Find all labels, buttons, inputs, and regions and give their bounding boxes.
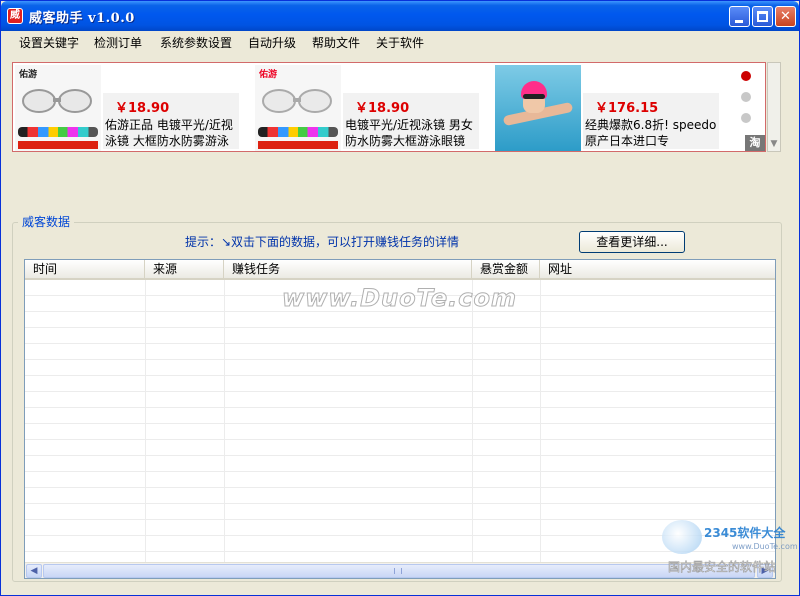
goggles-icon bbox=[262, 89, 332, 113]
window-title: 威客助手 v1.0.0 bbox=[29, 11, 135, 26]
ad-brand-logo: 佑游 bbox=[259, 70, 278, 80]
column-header-task[interactable]: 赚钱任务 bbox=[224, 260, 472, 278]
menu-help[interactable]: 帮助文件 bbox=[312, 34, 360, 51]
watermark-brand: 2345软件大全 www.DuoTe.com bbox=[662, 520, 798, 556]
watermark-logo-icon bbox=[662, 520, 702, 554]
watermark-brand-name: 2345软件大全 bbox=[704, 526, 786, 540]
ad-tag-strip bbox=[258, 141, 338, 149]
minimize-button[interactable] bbox=[729, 6, 750, 27]
carousel-dots bbox=[739, 71, 753, 134]
scroll-left-button[interactable]: ◀ bbox=[26, 564, 42, 578]
group-legend: 威客数据 bbox=[18, 213, 75, 230]
maximize-button[interactable] bbox=[752, 6, 773, 27]
color-swatches bbox=[18, 127, 98, 137]
column-header-reward[interactable]: 悬赏金额 bbox=[472, 260, 540, 278]
swimmer-goggles bbox=[523, 94, 545, 99]
scroll-down-icon[interactable]: ▼ bbox=[768, 137, 780, 151]
close-icon: ✕ bbox=[780, 9, 791, 24]
ad-description[interactable]: 电镀平光/近视泳镜 男女防水防雾大框游泳眼镜 bbox=[345, 117, 481, 149]
watermark-url: www.DuoTe.com bbox=[732, 542, 798, 551]
view-details-button[interactable]: 查看更详细... bbox=[579, 231, 685, 253]
column-header-url[interactable]: 网址 bbox=[540, 260, 775, 278]
ad-image: 佑游 bbox=[255, 65, 341, 151]
color-swatches bbox=[258, 127, 338, 137]
menu-check-orders[interactable]: 检测订单 bbox=[94, 34, 142, 51]
column-divider bbox=[224, 280, 225, 562]
ad-price: ￥18.90 bbox=[115, 101, 170, 116]
watermark-slogan: 国内最安全的软件站 bbox=[668, 560, 777, 575]
carousel-dot[interactable] bbox=[741, 92, 751, 102]
goggles-icon bbox=[22, 89, 92, 113]
close-button[interactable]: ✕ bbox=[775, 6, 796, 27]
menu-about[interactable]: 关于软件 bbox=[376, 34, 424, 51]
table-header: 时间 来源 赚钱任务 悬赏金额 网址 bbox=[25, 260, 775, 280]
ad-description[interactable]: 佑游正品 电镀平光/近视泳镜 大框防水防雾游泳 bbox=[105, 117, 241, 149]
hint-text: 提示：↘双击下面的数据，可以打开赚钱任务的详情 bbox=[185, 235, 460, 249]
column-divider bbox=[472, 280, 473, 562]
ad-brand-logo: 佑游 bbox=[19, 70, 38, 80]
ad-banner[interactable]: 佑游 ￥18.90 佑游正品 电镀平光/近视泳镜 大框防水防雾游泳 佑游 ￥18 bbox=[12, 62, 766, 152]
watermark-text: www.DuoTe.com bbox=[282, 284, 517, 313]
column-divider bbox=[145, 280, 146, 562]
menu-set-keywords[interactable]: 设置关键字 bbox=[19, 34, 79, 51]
column-header-time[interactable]: 时间 bbox=[25, 260, 145, 278]
menu-system-settings[interactable]: 系统参数设置 bbox=[160, 34, 232, 51]
ad-price: ￥18.90 bbox=[355, 101, 410, 116]
carousel-dot-active[interactable] bbox=[741, 71, 751, 81]
taobao-icon[interactable]: 淘 bbox=[745, 135, 765, 151]
grip-icon bbox=[394, 568, 402, 574]
column-divider bbox=[540, 280, 541, 562]
ad-image: 佑游 bbox=[15, 65, 101, 151]
ad-price: ￥176.15 bbox=[595, 101, 659, 116]
scrollbar-thumb[interactable] bbox=[43, 564, 755, 578]
ad-tag-strip bbox=[18, 141, 98, 149]
maximize-icon bbox=[757, 11, 768, 22]
app-icon: 威 bbox=[7, 8, 23, 24]
menu-bar: 设置关键字 检测订单 系统参数设置 自动升级 帮助文件 关于软件 bbox=[4, 31, 798, 53]
horizontal-scrollbar[interactable]: ◀ ▶ bbox=[25, 562, 775, 578]
minimize-icon bbox=[735, 20, 743, 23]
title-bar[interactable]: 威 威客助手 v1.0.0 ✕ bbox=[1, 1, 799, 31]
column-header-source[interactable]: 来源 bbox=[145, 260, 224, 278]
carousel-dot[interactable] bbox=[741, 113, 751, 123]
ad-description[interactable]: 经典爆款6.8折! speedo 原产日本进口专 bbox=[585, 117, 721, 149]
banner-scrollbar[interactable]: ▼ bbox=[767, 62, 781, 152]
ad-image-swimmer bbox=[495, 65, 581, 151]
menu-auto-update[interactable]: 自动升级 bbox=[248, 34, 296, 51]
